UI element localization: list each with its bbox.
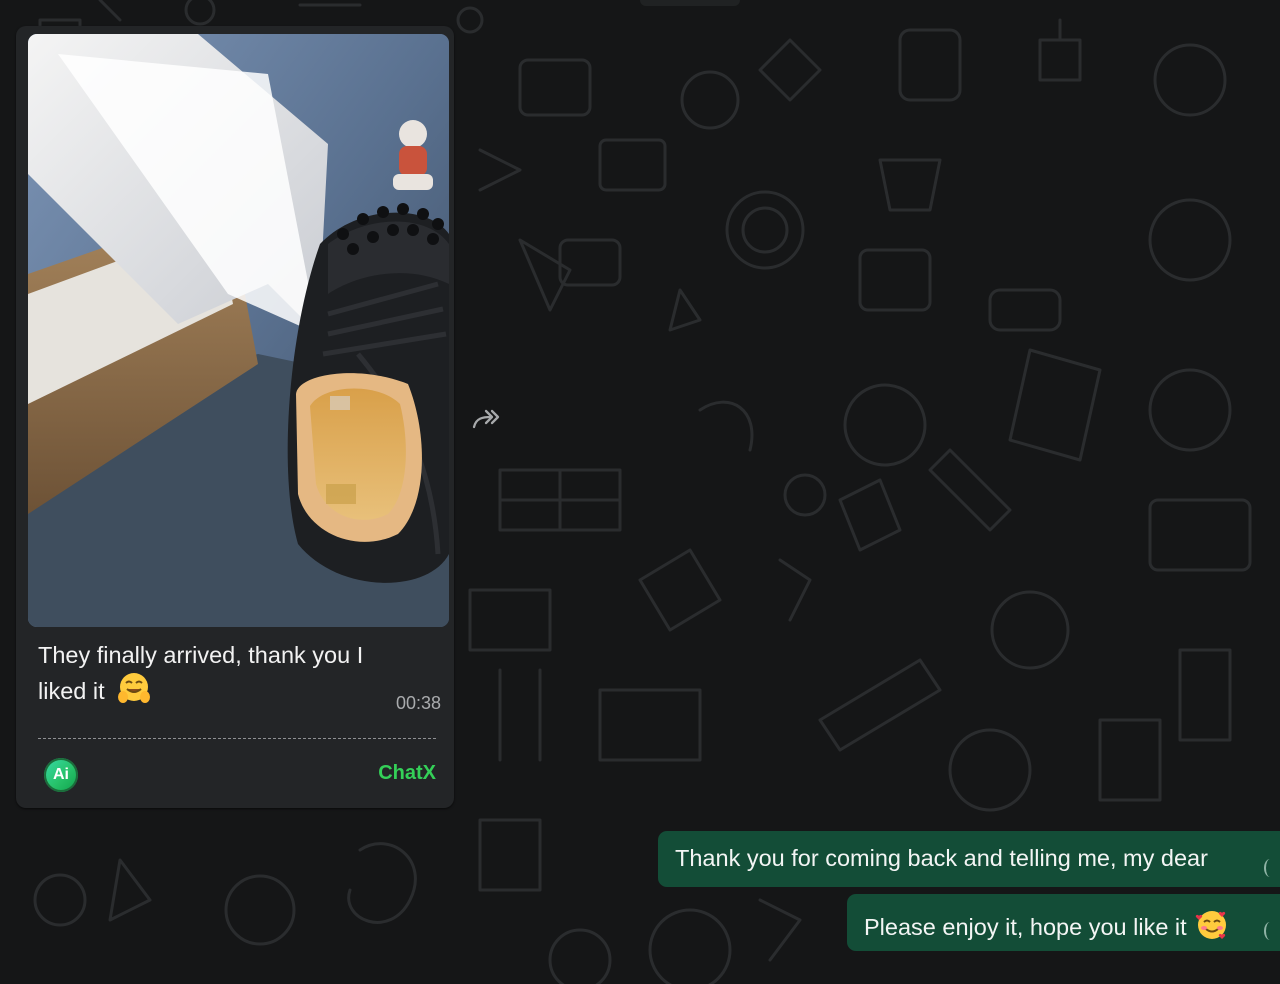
message-divider <box>38 738 436 739</box>
sneaker-photo-illustration <box>28 34 449 627</box>
outgoing-message-text-with-emoji: Please enjoy it, hope you like it <box>864 908 1229 948</box>
incoming-message-bubble[interactable]: They finally arrived, thank you I liked … <box>16 26 454 808</box>
outgoing-message-bubble[interactable]: Please enjoy it, hope you like it <box>847 894 1280 951</box>
message-photo[interactable] <box>28 34 449 627</box>
message-caption: They finally arrived, thank you I liked … <box>38 639 378 713</box>
outgoing-message-text: Thank you for coming back and telling me… <box>675 845 1208 871</box>
outgoing-message-bubble[interactable]: Thank you for coming back and telling me… <box>658 831 1280 887</box>
chatx-brand-label: ChatX <box>378 762 436 784</box>
smiling-face-with-hearts-icon <box>1195 908 1229 948</box>
message-status-icon <box>1264 922 1276 940</box>
outgoing-message-text: Please enjoy it, hope you like it <box>864 914 1187 940</box>
message-timestamp: 00:38 <box>395 693 441 713</box>
ai-badge[interactable]: Ai <box>44 758 78 792</box>
hugging-face-icon <box>117 671 151 713</box>
forward-button[interactable] <box>468 402 506 436</box>
message-status-icon <box>1264 859 1276 877</box>
forward-icon <box>472 409 500 429</box>
top-scroll-edge <box>640 0 740 6</box>
caption-text: They finally arrived, thank you I liked … <box>38 642 364 704</box>
